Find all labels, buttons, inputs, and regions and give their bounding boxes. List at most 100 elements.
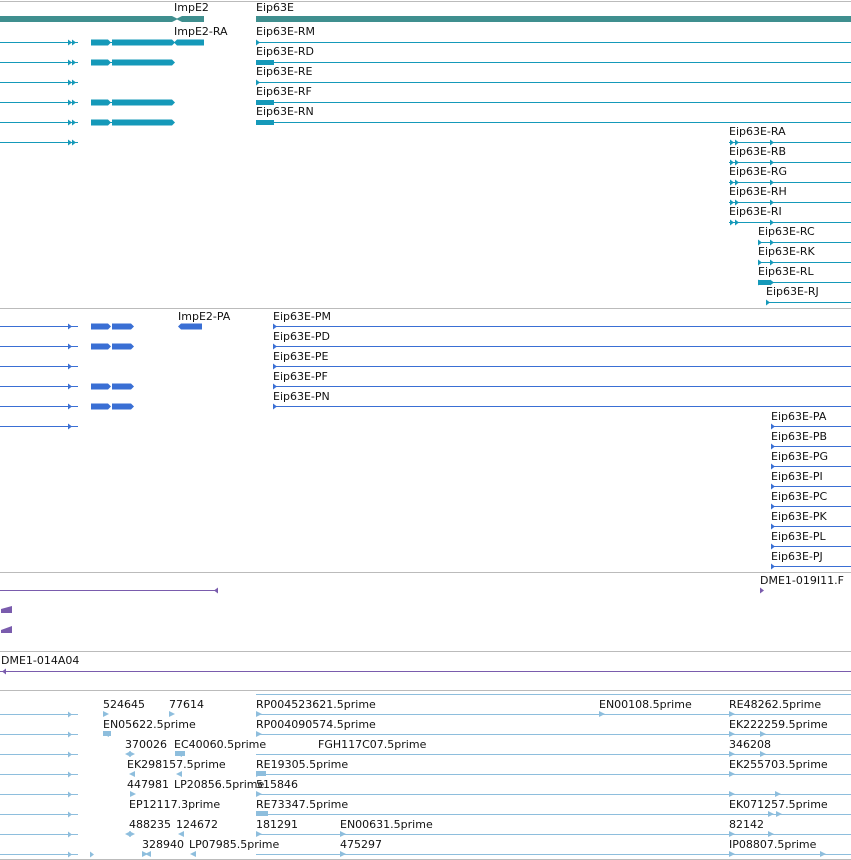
est-arrow-icon <box>729 791 735 797</box>
strand-arrow-icon <box>68 119 72 126</box>
strand-arrow-icon <box>68 751 72 758</box>
exon-block <box>91 343 111 350</box>
strand-arrow-icon <box>72 99 76 106</box>
exon-block <box>112 323 134 330</box>
protein-label-pc[interactable]: Eip63E-PC <box>771 491 827 503</box>
protein-label-pk[interactable]: Eip63E-PK <box>771 511 827 523</box>
clone-label-019i11[interactable]: DME1-019I11.F <box>760 575 844 587</box>
exon-block <box>112 39 175 46</box>
est-label[interactable]: 475297 <box>340 839 382 851</box>
protein-label-pj[interactable]: Eip63E-PJ <box>771 551 823 563</box>
strand-arrow-icon <box>771 523 775 530</box>
est-block <box>256 811 268 816</box>
strand-arrow-icon <box>72 119 76 126</box>
est-label[interactable]: 346208 <box>729 739 771 751</box>
protein-label-pa[interactable]: Eip63E-PA <box>771 411 826 423</box>
protein-label-pm[interactable]: Eip63E-PM <box>273 311 331 323</box>
est-arrow-icon <box>125 751 131 757</box>
strand-arrow-icon <box>771 483 775 490</box>
exon-block <box>112 403 134 410</box>
protein-label-pg[interactable]: Eip63E-PG <box>771 451 828 463</box>
est-label[interactable]: RE48262.5prime <box>729 699 821 711</box>
transcript-label-rk[interactable]: Eip63E-RK <box>758 246 815 258</box>
est-label[interactable]: LP07985.5prime <box>189 839 279 851</box>
strand-arrow-icon <box>273 403 277 410</box>
est-label[interactable]: EC40060.5prime <box>174 739 266 751</box>
est-arrow-icon <box>190 851 196 857</box>
est-label[interactable]: RE73347.5prime <box>256 799 348 811</box>
transcript-label-rh[interactable]: Eip63E-RH <box>729 186 787 198</box>
est-label[interactable]: IP08807.5prime <box>729 839 816 851</box>
strand-arrow-icon <box>68 79 72 86</box>
est-arrow-icon <box>256 831 262 837</box>
transcript-label-rl[interactable]: Eip63E-RL <box>758 266 814 278</box>
transcript-label-rn[interactable]: Eip63E-RN <box>256 106 314 118</box>
protein-label-pn[interactable]: Eip63E-PN <box>273 391 330 403</box>
est-label[interactable]: 524645 <box>103 699 145 711</box>
strand-arrow-icon <box>68 423 72 430</box>
strand-arrow-icon <box>68 99 72 106</box>
est-label[interactable]: LP20856.5prime <box>174 779 264 791</box>
exon-block <box>91 323 111 330</box>
est-label[interactable]: EP12117.3prime <box>129 799 220 811</box>
est-arrow-icon <box>176 771 182 777</box>
protein-label-pd[interactable]: Eip63E-PD <box>273 331 330 343</box>
est-label[interactable]: FGH117C07.5prime <box>318 739 426 751</box>
est-label[interactable]: RP004523621.5prime <box>256 699 376 711</box>
strand-arrow-icon <box>176 16 182 22</box>
clone-block <box>1 626 12 633</box>
exon-block <box>91 403 111 410</box>
transcript-label-rb[interactable]: Eip63E-RB <box>729 146 786 158</box>
est-label[interactable]: 515846 <box>256 779 298 791</box>
transcript-label-ra[interactable]: Eip63E-RA <box>729 126 786 138</box>
transcript-label-rf[interactable]: Eip63E-RF <box>256 86 312 98</box>
est-label[interactable]: 488235 <box>129 819 171 831</box>
transcript-label-rd[interactable]: Eip63E-RD <box>256 46 314 58</box>
transcript-label-re[interactable]: Eip63E-RE <box>256 66 313 78</box>
est-label[interactable]: EN00631.5prime <box>340 819 433 831</box>
gene-bar-impe2 <box>0 16 172 22</box>
protein-label-pe[interactable]: Eip63E-PE <box>273 351 329 363</box>
est-label[interactable]: EK255703.5prime <box>729 759 828 771</box>
est-label[interactable]: 82142 <box>729 819 764 831</box>
transcript-label-impe2-ra[interactable]: ImpE2-RA <box>174 26 228 38</box>
strand-arrow-icon <box>273 383 277 390</box>
transcript-label-ri[interactable]: Eip63E-RI <box>729 206 782 218</box>
est-label[interactable]: EN05622.5prime <box>103 719 196 731</box>
est-label[interactable]: 370026 <box>125 739 167 751</box>
est-label[interactable]: RE19305.5prime <box>256 759 348 771</box>
est-arrow-icon <box>178 831 184 837</box>
est-label[interactable]: 77614 <box>169 699 204 711</box>
transcript-label-rj[interactable]: Eip63E-RJ <box>766 286 819 298</box>
strand-arrow-icon <box>273 343 277 350</box>
protein-label-impe2-pa[interactable]: ImpE2-PA <box>178 311 230 323</box>
strand-arrow-icon <box>68 403 72 410</box>
clone-label-014a04[interactable]: DME1-014A04 <box>1 655 79 667</box>
est-label[interactable]: 181291 <box>256 819 298 831</box>
est-arrow-icon <box>768 831 774 837</box>
est-label[interactable]: EN00108.5prime <box>599 699 692 711</box>
est-label[interactable]: 328940 <box>142 839 184 851</box>
est-label[interactable]: RP004090574.5prime <box>256 719 376 731</box>
exon-block <box>112 119 175 126</box>
protein-label-pf[interactable]: Eip63E-PF <box>273 371 328 383</box>
gene-bar-impe2 <box>182 16 204 22</box>
strand-arrow-icon <box>68 323 72 330</box>
est-label[interactable]: EK071257.5prime <box>729 799 828 811</box>
protein-label-pl[interactable]: Eip63E-PL <box>771 531 826 543</box>
strand-arrow-icon <box>68 851 72 858</box>
strand-arrow-icon <box>771 543 775 550</box>
est-arrow-icon <box>125 831 131 837</box>
transcript-label-rg[interactable]: Eip63E-RG <box>729 166 787 178</box>
est-label[interactable]: EK222259.5prime <box>729 719 828 731</box>
transcript-label-rc[interactable]: Eip63E-RC <box>758 226 815 238</box>
gene-label-impe2[interactable]: ImpE2 <box>174 2 209 14</box>
est-label[interactable]: 124672 <box>176 819 218 831</box>
gene-label-eip63e[interactable]: Eip63E <box>256 2 294 14</box>
protein-label-pi[interactable]: Eip63E-PI <box>771 471 823 483</box>
transcript-label-rm[interactable]: Eip63E-RM <box>256 26 315 38</box>
exon-block <box>91 383 111 390</box>
est-label[interactable]: 447981 <box>127 779 169 791</box>
protein-label-pb[interactable]: Eip63E-PB <box>771 431 827 443</box>
est-label[interactable]: EK298157.5prime <box>127 759 226 771</box>
